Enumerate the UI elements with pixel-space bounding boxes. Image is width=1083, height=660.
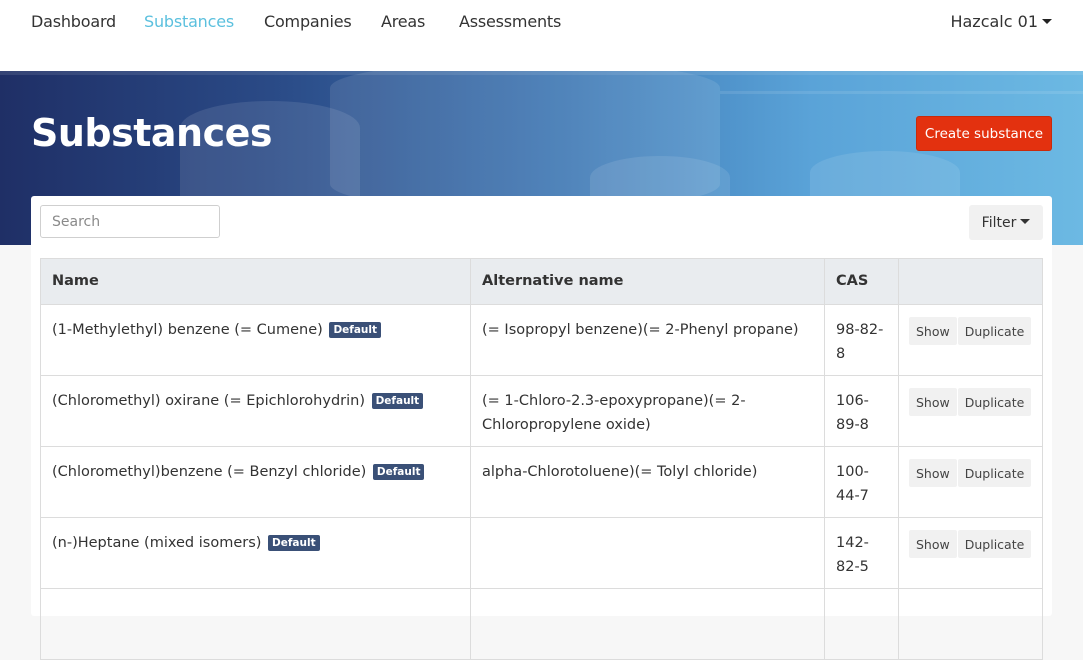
show-button[interactable]: Show	[909, 388, 957, 416]
table-row: (1-Methylethyl) benzene (= Cumene) Defau…	[40, 304, 1043, 376]
background-pipe	[0, 71, 1083, 75]
substances-table: Name Alternative name CAS (1-Methylethyl…	[40, 258, 1043, 660]
cell-cas	[824, 588, 899, 660]
search-input[interactable]	[40, 205, 220, 238]
nav-dashboard[interactable]: Dashboard	[31, 12, 116, 31]
cell-actions	[898, 588, 1043, 660]
duplicate-button[interactable]: Duplicate	[957, 459, 1032, 487]
column-header-actions	[898, 258, 1043, 305]
nav-assessments[interactable]: Assessments	[459, 12, 561, 31]
cell-name	[40, 588, 471, 660]
substances-card: Filter Name Alternative name CAS (1-Meth…	[31, 196, 1052, 660]
substance-name: (Chloromethyl) oxirane (= Epichlorohydri…	[52, 393, 365, 409]
filter-label: Filter	[981, 214, 1017, 231]
show-button[interactable]: Show	[909, 530, 957, 558]
cell-name: (Chloromethyl) oxirane (= Epichlorohydri…	[40, 375, 471, 447]
substance-name: (Chloromethyl)benzene (= Benzyl chloride…	[52, 464, 367, 480]
duplicate-button[interactable]: Duplicate	[957, 530, 1032, 558]
table-row	[40, 588, 1043, 660]
cell-cas: 98-82-8	[824, 304, 899, 376]
show-button[interactable]: Show	[909, 459, 957, 487]
cell-actions: Show Duplicate	[898, 517, 1043, 589]
show-button[interactable]: Show	[909, 317, 957, 345]
cell-name: (n-)Heptane (mixed isomers) Default	[40, 517, 471, 589]
cell-cas: 142-82-5	[824, 517, 899, 589]
cell-alternative-name	[470, 588, 825, 660]
page-title: Substances	[31, 111, 273, 155]
cell-actions: Show Duplicate	[898, 375, 1043, 447]
background-pipe	[720, 91, 1083, 94]
cell-cas: 100-44-7	[824, 446, 899, 518]
cell-alternative-name: (= Isopropyl benzene)(= 2-Phenyl propane…	[470, 304, 825, 376]
cell-actions: Show Duplicate	[898, 446, 1043, 518]
user-menu[interactable]: Hazcalc 01	[950, 12, 1052, 31]
cell-alternative-name	[470, 517, 825, 589]
default-badge: Default	[329, 322, 382, 338]
substance-name: (n-)Heptane (mixed isomers)	[52, 535, 262, 551]
default-badge: Default	[372, 464, 425, 480]
column-header-cas[interactable]: CAS	[824, 258, 899, 305]
cell-name: (Chloromethyl)benzene (= Benzyl chloride…	[40, 446, 471, 518]
default-badge: Default	[371, 393, 424, 409]
cell-name: (1-Methylethyl) benzene (= Cumene) Defau…	[40, 304, 471, 376]
nav-substances[interactable]: Substances	[144, 12, 234, 31]
nav-companies[interactable]: Companies	[264, 12, 352, 31]
top-navbar: Dashboard Substances Companies Areas Ass…	[0, 0, 1083, 71]
filter-dropdown-button[interactable]: Filter	[969, 205, 1043, 240]
caret-down-icon	[1020, 218, 1031, 224]
create-substance-button[interactable]: Create substance	[916, 116, 1052, 151]
cell-alternative-name: alpha-Chlorotoluene)(= Tolyl chloride)	[470, 446, 825, 518]
substance-name: (1-Methylethyl) benzene (= Cumene)	[52, 322, 323, 338]
table-row: (Chloromethyl)benzene (= Benzyl chloride…	[40, 446, 1043, 518]
duplicate-button[interactable]: Duplicate	[957, 317, 1032, 345]
column-header-name[interactable]: Name	[40, 258, 471, 305]
table-row: (n-)Heptane (mixed isomers) Default 142-…	[40, 517, 1043, 589]
default-badge: Default	[268, 535, 320, 551]
nav-areas[interactable]: Areas	[381, 12, 425, 31]
table-row: (Chloromethyl) oxirane (= Epichlorohydri…	[40, 375, 1043, 447]
cell-alternative-name: (= 1-Chloro-2.3-epoxypropane)(= 2-Chloro…	[470, 375, 825, 447]
duplicate-button[interactable]: Duplicate	[957, 388, 1032, 416]
table-header-row: Name Alternative name CAS	[40, 258, 1043, 305]
column-header-alternative-name[interactable]: Alternative name	[470, 258, 825, 305]
cell-actions: Show Duplicate	[898, 304, 1043, 376]
caret-down-icon	[1042, 19, 1052, 24]
user-name: Hazcalc 01	[950, 12, 1038, 31]
cell-cas: 106-89-8	[824, 375, 899, 447]
